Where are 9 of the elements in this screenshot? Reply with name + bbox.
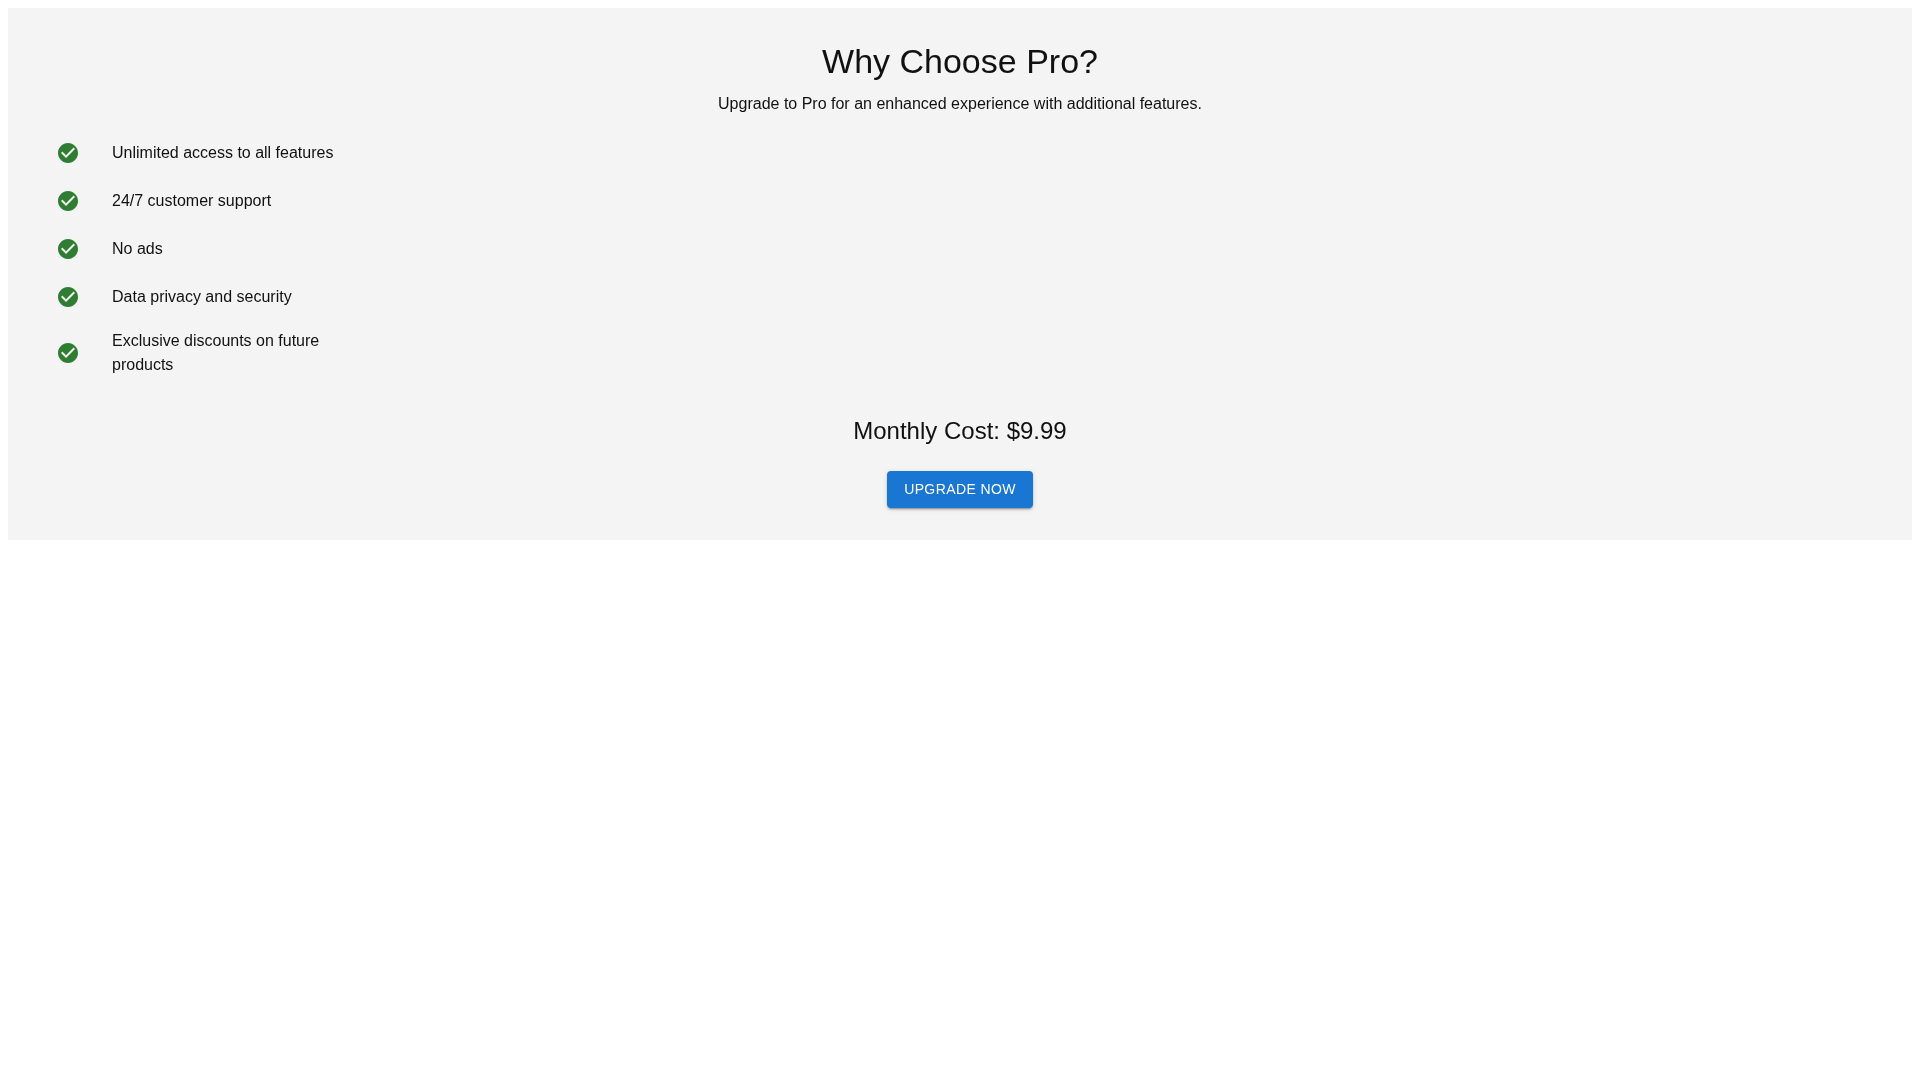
page-title: Why Choose Pro?: [822, 41, 1098, 82]
feature-label: No ads: [112, 239, 163, 259]
monthly-cost: Monthly Cost: $9.99: [853, 416, 1067, 446]
feature-label: Data privacy and security: [112, 287, 292, 307]
feature-label: Exclusive discounts on future products: [112, 331, 321, 375]
feature-label: 24/7 customer support: [112, 191, 272, 211]
upgrade-button[interactable]: UPGRADE NOW: [887, 471, 1033, 508]
feature-label: Unlimited access to all features: [112, 143, 334, 163]
subtitle: Upgrade to Pro for an enhanced experience with additional features.: [718, 94, 1202, 114]
